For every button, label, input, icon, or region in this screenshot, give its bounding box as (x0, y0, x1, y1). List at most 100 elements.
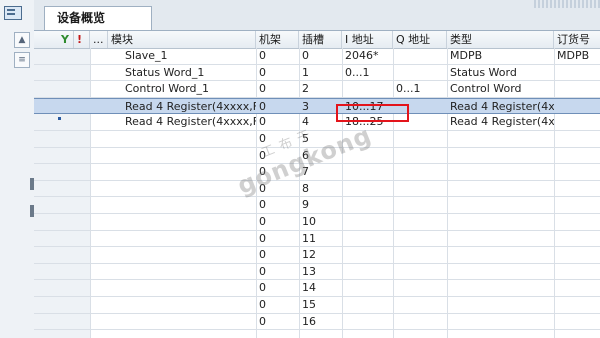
cell-rack[interactable]: 0 (256, 114, 299, 130)
cell-i-addr[interactable] (342, 314, 393, 330)
table-row[interactable]: Control Word_1 0 2 0...1 Control Word (34, 81, 600, 98)
table-row[interactable]: Slave_1 0 0 2046* MDPB MDPB (34, 48, 600, 65)
cell-rack[interactable]: 0 (256, 99, 299, 115)
cell-q-addr[interactable] (393, 164, 447, 180)
cell-q-addr[interactable] (393, 264, 447, 280)
header-type[interactable]: 类型 (447, 31, 554, 48)
cell-module[interactable]: Slave_1 (108, 48, 256, 64)
cell-slot[interactable]: 0 (299, 48, 342, 64)
cell-q-addr[interactable] (393, 48, 447, 64)
cell-module[interactable] (108, 131, 256, 147)
menu-icon[interactable]: ≡ (14, 52, 30, 68)
cell-slot[interactable]: 13 (299, 264, 342, 280)
table-row[interactable]: 0 10 (34, 214, 600, 231)
cell-i-addr[interactable] (342, 297, 393, 313)
cell-q-addr[interactable] (393, 148, 447, 164)
cell-order[interactable] (554, 280, 600, 296)
cell-module[interactable] (108, 280, 256, 296)
cell-rack[interactable]: 0 (256, 214, 299, 230)
table-row[interactable]: 08 (34, 181, 600, 198)
cell-rack[interactable]: 0 (256, 297, 299, 313)
cell-rack[interactable]: 0 (256, 65, 299, 81)
cell-i-addr[interactable]: 2046* (342, 48, 393, 64)
cell-order[interactable] (554, 81, 600, 97)
cell-q-addr[interactable] (393, 181, 447, 197)
header-slot[interactable]: 插槽 (299, 31, 342, 48)
cell-type[interactable] (447, 148, 554, 164)
cell-q-addr[interactable] (393, 280, 447, 296)
cell-i-addr[interactable] (342, 231, 393, 247)
table-row[interactable]: 0 11 (34, 231, 600, 248)
cell-order[interactable] (554, 164, 600, 180)
cell-order[interactable] (554, 148, 600, 164)
cell-type[interactable]: Control Word (447, 81, 554, 97)
cell-slot[interactable]: 2 (299, 81, 342, 97)
cell-module[interactable]: Status Word_1 (108, 65, 256, 81)
table-row[interactable]: 0 13 (34, 264, 600, 281)
cell-type[interactable] (447, 314, 554, 330)
cell-rack[interactable]: 0 (256, 247, 299, 263)
cell-slot[interactable]: 16 (299, 314, 342, 330)
cell-i-addr[interactable] (342, 247, 393, 263)
cell-slot[interactable]: 15 (299, 297, 342, 313)
cell-q-addr[interactable] (393, 231, 447, 247)
cell-type[interactable] (447, 197, 554, 213)
cell-order[interactable] (554, 264, 600, 280)
header-rack[interactable]: 机架 (256, 31, 299, 48)
cell-rack[interactable]: 0 (256, 48, 299, 64)
cell-type[interactable] (447, 297, 554, 313)
table-row[interactable]: 0 14 (34, 280, 600, 297)
cell-type[interactable] (447, 131, 554, 147)
header-q-address[interactable]: Q 地址 (393, 31, 447, 48)
cell-rack[interactable]: 0 (256, 231, 299, 247)
table-row[interactable]: 0 16 (34, 314, 600, 331)
cell-module[interactable] (108, 231, 256, 247)
cell-order[interactable] (554, 231, 600, 247)
cell-type[interactable] (447, 280, 554, 296)
table-row[interactable]: Read 4 Register(4xxxx,F=03...0310...17Re… (34, 97, 600, 115)
cell-order[interactable] (554, 131, 600, 147)
cell-rack[interactable]: 0 (256, 280, 299, 296)
cell-module[interactable] (108, 181, 256, 197)
header-order-number[interactable]: 订货号 (554, 31, 600, 48)
cell-module[interactable]: Read 4 Register(4xxxx,F=03... (108, 114, 256, 130)
cell-q-addr[interactable] (393, 197, 447, 213)
cell-i-addr[interactable] (342, 280, 393, 296)
cell-order[interactable] (554, 297, 600, 313)
cell-order[interactable] (554, 314, 600, 330)
scroll-up-icon[interactable]: ▲ (14, 32, 30, 48)
cell-q-addr[interactable] (393, 314, 447, 330)
cell-i-addr[interactable] (342, 214, 393, 230)
cell-module[interactable]: Read 4 Register(4xxxx,F=03... (108, 99, 256, 115)
cell-q-addr[interactable] (393, 247, 447, 263)
cell-order[interactable] (554, 114, 600, 130)
cell-i-addr[interactable]: 0...1 (342, 65, 393, 81)
device-view-icon[interactable] (4, 6, 22, 20)
network-status-icon[interactable]: Y (58, 31, 74, 48)
cell-order[interactable] (554, 181, 600, 197)
cell-slot[interactable]: 1 (299, 65, 342, 81)
cell-slot[interactable]: 10 (299, 214, 342, 230)
cell-order[interactable] (554, 99, 600, 115)
cell-order[interactable] (554, 247, 600, 263)
cell-rack[interactable]: 0 (256, 81, 299, 97)
cell-order[interactable]: MDPB (554, 48, 600, 64)
cell-q-addr[interactable] (393, 65, 447, 81)
window-grip[interactable] (534, 0, 600, 8)
cell-module[interactable] (108, 214, 256, 230)
table-row[interactable]: 0 12 (34, 247, 600, 264)
cell-type[interactable]: MDPB (447, 48, 554, 64)
cell-type[interactable] (447, 214, 554, 230)
header-more[interactable]: ... (90, 31, 108, 48)
cell-rack[interactable]: 0 (256, 314, 299, 330)
cell-type[interactable]: Status Word (447, 65, 554, 81)
header-module[interactable]: 模块 (108, 31, 256, 48)
cell-type[interactable] (447, 164, 554, 180)
cell-module[interactable] (108, 197, 256, 213)
cell-type[interactable] (447, 247, 554, 263)
cell-module[interactable] (108, 247, 256, 263)
cell-module[interactable] (108, 264, 256, 280)
cell-order[interactable] (554, 65, 600, 81)
table-row[interactable]: 0 15 (34, 297, 600, 314)
cell-slot[interactable]: 11 (299, 231, 342, 247)
